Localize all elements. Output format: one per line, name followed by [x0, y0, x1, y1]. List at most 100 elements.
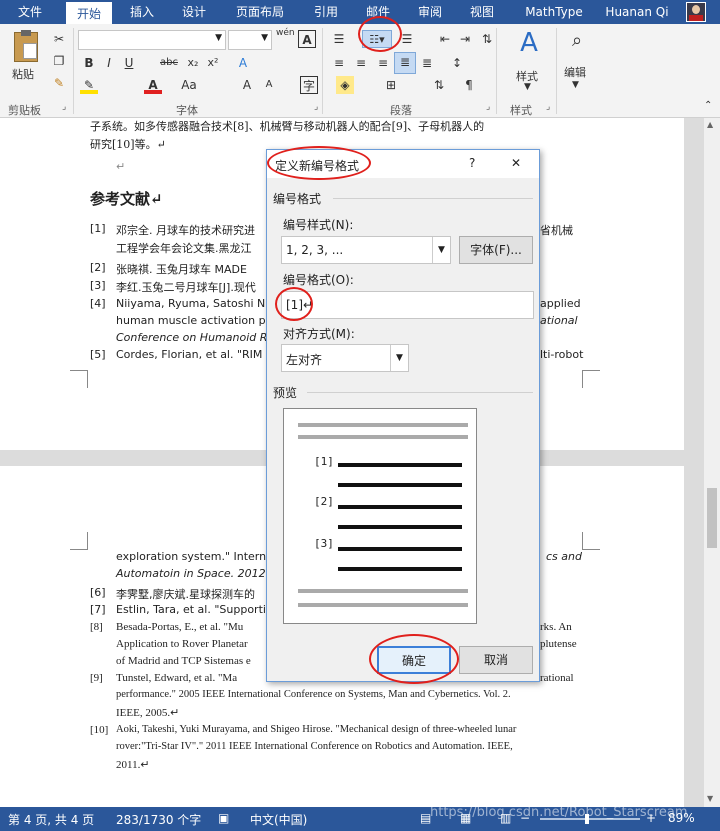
page-indicator[interactable]: 第 4 页, 共 4 页 — [8, 811, 94, 828]
copy-icon[interactable]: ❐ — [50, 52, 68, 70]
close-button[interactable]: ✕ — [511, 156, 521, 170]
avatar-face — [692, 5, 700, 14]
borders-icon[interactable]: ⊞ — [382, 76, 400, 94]
align-right-icon[interactable]: ≡ — [374, 54, 392, 72]
styles-launcher-icon[interactable]: ⌟ — [546, 102, 550, 112]
tab-mathtype[interactable]: MathType — [518, 0, 590, 24]
annotation-circle — [369, 634, 459, 684]
scroll-down-icon[interactable]: ▼ — [707, 794, 713, 803]
increase-indent-icon[interactable]: ⇥ — [456, 30, 474, 48]
preview-line — [338, 567, 462, 571]
ref-text: exploration system." Internat — [116, 550, 278, 563]
show-marks-icon[interactable]: ¶ — [460, 76, 478, 94]
number-format-input[interactable]: [1]↵ — [281, 291, 534, 319]
paste-button[interactable]: 粘贴 — [12, 66, 34, 82]
chinese-layout-icon[interactable]: ⇅ — [478, 30, 496, 48]
ref-number: [3] — [90, 279, 106, 292]
language-indicator[interactable]: 中文(中国) — [250, 811, 307, 828]
scroll-up-icon[interactable]: ▲ — [707, 120, 713, 129]
proofing-icon[interactable]: ▣ — [218, 811, 229, 825]
paragraph-launcher-icon[interactable]: ⌟ — [486, 102, 490, 112]
justify-icon[interactable]: ≣ — [394, 52, 416, 74]
ref-number: [4] — [90, 297, 106, 310]
change-case-icon[interactable]: Aa — [176, 76, 202, 94]
user-name[interactable]: Huanan Qi — [600, 0, 674, 24]
align-left-icon[interactable]: ≡ — [330, 54, 348, 72]
editing-dropdown-icon[interactable]: ▼ — [572, 80, 579, 90]
word-count[interactable]: 283/1730 个字 — [116, 811, 201, 828]
strikethrough-icon[interactable]: abc — [158, 54, 180, 72]
format-painter-icon[interactable]: ✎ — [50, 74, 68, 92]
styles-icon[interactable]: A — [514, 28, 544, 60]
vertical-scrollbar[interactable]: ▲ ▼ — [704, 118, 720, 807]
number-style-select[interactable]: 1, 2, 3, ... ▼ — [281, 236, 451, 264]
superscript-icon[interactable]: x² — [204, 54, 222, 72]
decrease-indent-icon[interactable]: ⇤ — [436, 30, 454, 48]
group-separator — [556, 28, 557, 114]
text-effects-icon[interactable]: A — [234, 54, 252, 72]
editing-button[interactable]: 编辑 — [564, 64, 586, 80]
subscript-icon[interactable]: x₂ — [184, 54, 202, 72]
tab-insert[interactable]: 插入 — [122, 0, 162, 24]
paragraph-group-label: 段落 — [390, 104, 412, 117]
chevron-down-icon[interactable]: ▼ — [390, 345, 408, 371]
font-launcher-icon[interactable]: ⌟ — [314, 102, 318, 112]
chevron-down-icon[interactable]: ▼ — [432, 237, 450, 263]
bold-icon[interactable]: B — [80, 54, 98, 72]
intro-text-2: 研究[10]等。↵ — [90, 138, 166, 151]
highlight-icon[interactable]: ✎ — [80, 76, 98, 94]
font-name-box[interactable]: ▼ — [78, 30, 226, 50]
line-spacing-icon[interactable]: ↕ — [448, 54, 466, 72]
cancel-button[interactable]: 取消 — [459, 646, 533, 674]
cut-icon[interactable]: ✂ — [50, 30, 68, 48]
bullets-icon[interactable]: ☰ — [330, 30, 348, 48]
sort-icon[interactable]: ⇅ — [430, 76, 448, 94]
tab-view[interactable]: 视图 — [462, 0, 502, 24]
ref-text: human muscle activation patt — [116, 314, 281, 327]
tab-file[interactable]: 文件 — [8, 0, 52, 24]
collapse-ribbon-icon[interactable]: ⌃ — [704, 100, 712, 111]
tab-home[interactable]: 开始 — [66, 0, 112, 24]
tab-references[interactable]: 引用 — [306, 0, 346, 24]
tab-review[interactable]: 审阅 — [410, 0, 450, 24]
align-center-icon[interactable]: ≡ — [352, 54, 370, 72]
define-number-format-dialog: 定义新编号格式 ? ✕ 编号格式 编号样式(N): 1, 2, 3, ... ▼… — [266, 146, 540, 684]
ref-text: rover:"Tri-Star IV"." 2011 IEEE Internat… — [116, 741, 513, 752]
help-button[interactable]: ? — [469, 156, 475, 170]
ref-text: 省机械 — [540, 224, 573, 237]
paste-icon[interactable] — [14, 30, 38, 62]
preview-number: [1] — [314, 455, 334, 468]
ref-text: rks. An — [540, 621, 572, 633]
italic-icon[interactable]: I — [100, 54, 118, 72]
tab-layout[interactable]: 页面布局 — [230, 0, 290, 24]
scrollbar-thumb[interactable] — [707, 488, 717, 548]
binoculars-icon[interactable]: ⌕ — [564, 30, 590, 56]
font-size-box[interactable]: ▼ — [228, 30, 272, 50]
tab-design[interactable]: 设计 — [174, 0, 214, 24]
clipboard-group-label: 剪贴板 — [8, 104, 41, 117]
ref-text: Besada-Portas, E., et al. "Mu — [116, 621, 244, 633]
grow-font-icon[interactable]: A — [238, 76, 256, 94]
shrink-font-icon[interactable]: A — [260, 76, 278, 94]
ref-text: Niiyama, Ryuma, Satoshi Ni — [116, 297, 269, 310]
avatar[interactable] — [686, 2, 706, 22]
number-format-label: 编号格式(O): — [283, 273, 354, 287]
font-button[interactable]: 字体(F)... — [459, 236, 533, 264]
enclose-character-icon[interactable]: 字 — [300, 76, 318, 94]
shading-icon[interactable]: ◈ — [336, 76, 354, 94]
ref-text: 张晓祺. 玉兔月球车 MADE — [116, 263, 247, 276]
corner-mark — [582, 532, 600, 550]
styles-dropdown-icon[interactable]: ▼ — [524, 82, 531, 92]
alignment-select[interactable]: 左对齐 ▼ — [281, 344, 409, 372]
ref-text: Tunstel, Edward, et al. "Ma — [116, 672, 238, 684]
ref-text: applied — [540, 297, 581, 310]
underline-icon[interactable]: U — [120, 54, 138, 72]
ribbon-tab-bar: 文件 开始 插入 设计 页面布局 引用 邮件 审阅 视图 MathType Hu… — [0, 0, 720, 24]
distributed-icon[interactable]: ≣ — [418, 54, 436, 72]
ribbon: 粘贴 ✂ ❐ ✎ 剪贴板 ⌟ ▼ ▼ wén A B I U abc x₂ x²… — [0, 16, 720, 118]
font-color-icon[interactable]: A — [144, 76, 162, 94]
character-border-icon[interactable]: A — [298, 30, 316, 48]
phonetic-guide-icon[interactable]: wén — [276, 28, 295, 46]
ref-text: lti-robot — [540, 348, 584, 361]
clipboard-launcher-icon[interactable]: ⌟ — [62, 102, 66, 112]
